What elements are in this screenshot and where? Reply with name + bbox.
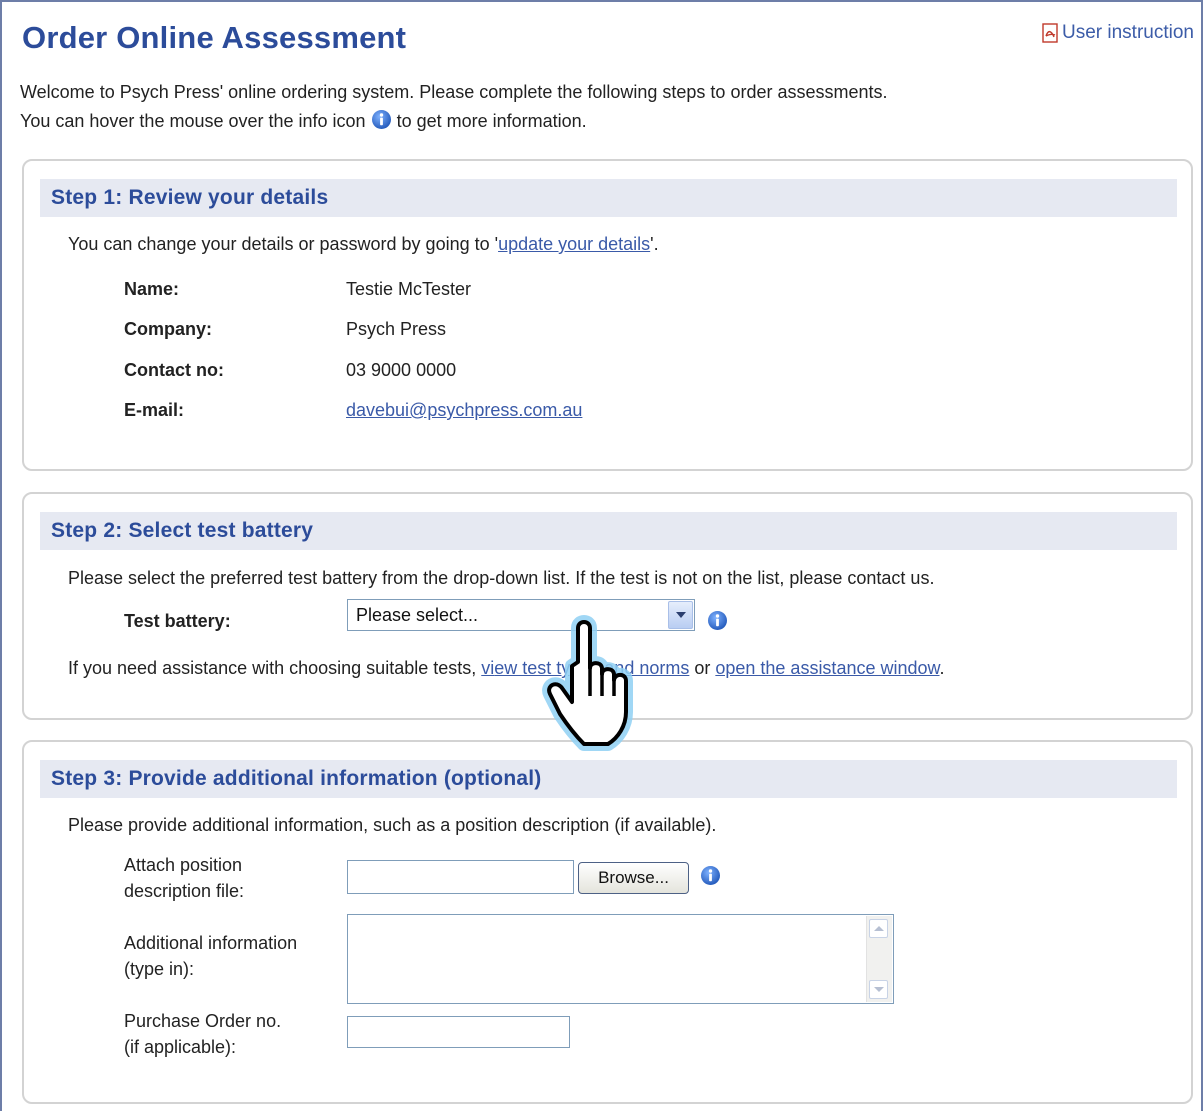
attach-label-line-1: Attach position: [124, 855, 243, 875]
test-battery-label: Test battery:: [124, 611, 231, 631]
attach-file-input[interactable]: [347, 860, 574, 894]
addinfo-label-line-1: Additional information: [124, 933, 298, 953]
pdf-icon: [1042, 23, 1060, 43]
name-value: Testie McTester: [346, 279, 472, 299]
intro-line-2: You can hover the mouse over the info ic…: [20, 107, 1190, 136]
browse-button[interactable]: Browse...: [578, 862, 689, 894]
attach-label: Attach position description file:: [124, 852, 244, 904]
step1-header: Step 1: Review your details: [40, 179, 1177, 217]
update-details-link[interactable]: update your details: [498, 234, 650, 254]
user-instruction-link[interactable]: User instruction: [1042, 22, 1194, 44]
view-link-rest: ew test types and norms: [494, 658, 690, 678]
step1-text-after: '.: [650, 234, 659, 254]
assistance-window-link[interactable]: open the assistance window: [715, 658, 939, 678]
info-icon[interactable]: [700, 865, 721, 886]
intro-text: Welcome to Psych Press' online ordering …: [20, 78, 1190, 136]
test-battery-select[interactable]: Please select...: [347, 599, 695, 631]
email-label: E-mail:: [124, 400, 185, 420]
name-label: Name:: [124, 279, 180, 299]
step1-text-before: You can change your details or password …: [68, 234, 499, 254]
step3-header: Step 3: Provide additional information (…: [40, 760, 1177, 798]
view-link-start: vi: [481, 658, 495, 678]
test-battery-selected: Please select...: [356, 605, 479, 625]
addinfo-label: Additional information (type in):: [124, 930, 297, 982]
chevron-down-icon[interactable]: [668, 601, 693, 629]
info-icon[interactable]: [371, 109, 392, 130]
step2-help-before: If you need assistance with choosing sui…: [68, 658, 482, 678]
intro-line-1: Welcome to Psych Press' online ordering …: [20, 82, 888, 102]
view-test-types-link[interactable]: view test types and norms: [481, 658, 689, 678]
step3-instruction: Please provide additional information, s…: [68, 815, 717, 835]
step1-panel: Step 1: Review your details You can chan…: [22, 159, 1193, 471]
step2-panel: Step 2: Select test battery Please selec…: [22, 492, 1193, 720]
step2-header: Step 2: Select test battery: [40, 512, 1177, 550]
company-value: Psych Press: [346, 319, 447, 339]
step2-or: or: [689, 658, 716, 678]
contact-value: 03 9000 0000: [346, 360, 457, 380]
addinfo-label-line-2: (type in):: [124, 959, 195, 979]
purchase-order-input[interactable]: [347, 1016, 570, 1048]
scroll-up-icon[interactable]: [869, 919, 888, 938]
step2-instruction: Please select the preferred test battery…: [68, 568, 935, 588]
po-label: Purchase Order no. (if applicable):: [124, 1008, 281, 1060]
intro-line-2-before: You can hover the mouse over the info ic…: [20, 111, 366, 131]
user-instruction-label: User instruction: [1062, 22, 1194, 43]
intro-line-2-after: to get more information.: [396, 111, 587, 131]
step1-instruction: You can change your details or password …: [68, 234, 659, 255]
additional-info-textarea[interactable]: [347, 914, 894, 1004]
po-label-line-1: Purchase Order no.: [124, 1011, 282, 1031]
scroll-down-icon[interactable]: [869, 980, 888, 999]
step3-panel: Step 3: Provide additional information (…: [22, 740, 1193, 1104]
company-label: Company:: [124, 319, 213, 339]
info-icon[interactable]: [707, 610, 728, 631]
contact-label: Contact no:: [124, 360, 224, 380]
step2-help-end: .: [939, 658, 945, 678]
textarea-scrollbar[interactable]: [866, 916, 892, 1002]
attach-label-line-2: description file:: [124, 881, 245, 901]
page-title: Order Online Assessment: [22, 20, 407, 55]
po-label-line-2: (if applicable):: [124, 1037, 237, 1057]
step2-help: If you need assistance with choosing sui…: [68, 658, 945, 679]
email-link[interactable]: davebui@psychpress.com.au: [346, 400, 582, 421]
